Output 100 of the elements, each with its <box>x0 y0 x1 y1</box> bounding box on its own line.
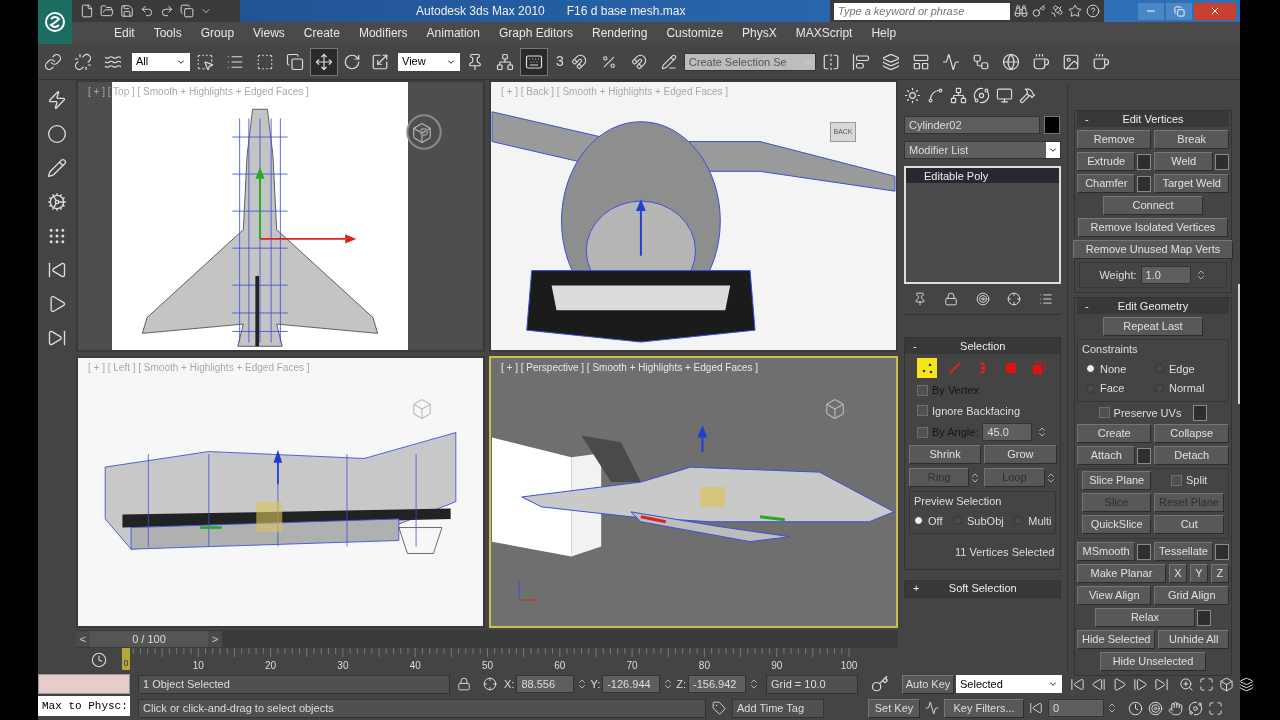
add-time-tag-button[interactable]: Add Time Tag <box>732 698 824 718</box>
menu-item[interactable]: PhysX <box>742 24 777 42</box>
time-marker[interactable]: 0 <box>122 648 130 670</box>
create-tab-icon[interactable] <box>904 86 921 104</box>
command-button[interactable]: Slice Plane <box>1082 471 1152 490</box>
menu-item[interactable]: Rendering <box>592 24 648 42</box>
pan-icon[interactable] <box>1168 700 1183 716</box>
command-button[interactable]: Remove <box>1077 130 1152 149</box>
motion-tab-icon[interactable] <box>973 86 990 104</box>
absolute-mode-icon[interactable] <box>483 677 497 691</box>
field-of-view-icon[interactable] <box>1148 700 1163 716</box>
menu-item[interactable]: Group <box>200 24 235 42</box>
close-icon[interactable] <box>1209 5 1221 17</box>
selection-filter-dropdown[interactable]: All <box>132 52 190 71</box>
settings-button[interactable] <box>1193 404 1208 421</box>
menu-item[interactable]: Views <box>253 24 285 42</box>
named-selection-field[interactable]: Create Selection Se <box>683 52 816 71</box>
select-object-icon[interactable] <box>196 52 214 71</box>
weight-field[interactable]: 1.0 <box>1140 266 1191 284</box>
zoom-icon[interactable] <box>1179 676 1194 692</box>
radio-button[interactable] <box>914 516 923 526</box>
orbit-icon[interactable] <box>1188 700 1203 716</box>
modify-tab-icon[interactable] <box>927 86 944 104</box>
script-input-field[interactable]: Max to Physc: <box>38 696 130 716</box>
open-folder-icon[interactable] <box>100 4 114 18</box>
spinner-snap-icon[interactable] <box>630 53 647 70</box>
command-button[interactable]: Grow <box>984 445 1057 464</box>
lock-icon[interactable] <box>457 677 471 691</box>
move-icon[interactable] <box>315 52 333 71</box>
material-editor-icon[interactable] <box>1001 52 1020 71</box>
satellite-icon[interactable] <box>1050 4 1064 18</box>
checkbox[interactable] <box>1171 475 1183 486</box>
transform-tool-button[interactable] <box>310 47 338 76</box>
command-button[interactable]: View Align <box>1077 586 1152 605</box>
rollout-toggle[interactable]: + <box>913 580 923 597</box>
current-frame-field[interactable]: 0 <box>1048 699 1104 717</box>
unlink-icon[interactable] <box>74 52 92 71</box>
settings-button[interactable] <box>1215 543 1229 560</box>
rollout-header[interactable]: + Soft Selection <box>905 580 1061 597</box>
previous-frame-button[interactable]: < <box>76 631 90 647</box>
viewcube-icon[interactable] <box>824 398 846 420</box>
menu-item[interactable]: Animation <box>426 24 480 42</box>
track-bar[interactable]: 0 10 20 30 40 50 60 70 80 90 100 <box>122 648 862 672</box>
maximize-viewport-icon[interactable] <box>1208 700 1223 716</box>
restore-button[interactable] <box>1166 2 1192 20</box>
modifier-stack-item[interactable]: Editable Poly <box>906 168 1060 183</box>
rendered-frame-icon[interactable] <box>1061 52 1080 71</box>
dots-grid-icon[interactable] <box>47 226 67 246</box>
rollout-toggle[interactable]: - <box>913 337 923 355</box>
skip-forward-icon[interactable] <box>47 328 67 348</box>
time-configuration-icon[interactable] <box>1128 700 1143 716</box>
window-crossing-icon[interactable] <box>286 52 304 71</box>
menu-item[interactable]: Graph Editors <box>498 24 573 42</box>
command-button[interactable]: Attach <box>1077 446 1136 465</box>
save-icon[interactable] <box>120 4 134 18</box>
play-icon[interactable] <box>1112 676 1127 692</box>
rollout-header[interactable]: - Edit Vertices <box>1077 111 1229 127</box>
command-button[interactable]: Create <box>1077 424 1152 443</box>
scale-icon[interactable] <box>371 52 389 71</box>
go-to-start-icon[interactable] <box>1070 676 1085 692</box>
menu-item[interactable]: Modifiers <box>358 24 408 42</box>
menu-item[interactable]: Create <box>303 24 340 42</box>
checkbox[interactable] <box>1098 407 1110 419</box>
key-mode-dropdown[interactable]: Selected <box>956 675 1062 693</box>
viewcube-icon[interactable] <box>411 122 433 144</box>
command-button[interactable]: Target Weld <box>1154 174 1229 193</box>
command-button[interactable]: Hide Selected <box>1077 630 1156 649</box>
viewport[interactable]: [ + ] [ Top ] [ Smooth + Highlights + Edged Faces ] <box>76 80 485 352</box>
rectangle-selection-icon[interactable] <box>256 52 274 71</box>
settings-button[interactable] <box>1137 175 1152 192</box>
tangent-icon[interactable] <box>925 701 939 715</box>
viewport[interactable]: [ + ] [ Perspective ] [ Smooth + Highlights + Edged Faces ] <box>489 356 898 628</box>
viewport-label[interactable]: [ + ] [ Perspective ] [ Smooth + Highlights + Edged Faces ] <box>501 360 759 375</box>
command-button[interactable]: Make Planar <box>1077 564 1166 583</box>
skip-back-icon[interactable] <box>47 260 67 280</box>
binoculars-icon[interactable] <box>1014 4 1028 18</box>
time-slider-thumb[interactable]: 0 / 100 <box>90 631 208 647</box>
schematic-view-icon[interactable] <box>971 52 990 71</box>
undo-icon[interactable] <box>140 4 154 18</box>
render-setup-icon[interactable] <box>1031 52 1050 71</box>
command-button[interactable]: Detach <box>1154 446 1229 465</box>
command-button[interactable]: Shrink <box>909 445 982 464</box>
snap-toggle[interactable]: 3 <box>556 51 564 72</box>
settings-button[interactable] <box>1215 153 1229 170</box>
gear-icon[interactable] <box>47 192 67 212</box>
axis-button[interactable]: Z <box>1211 564 1229 583</box>
auto-key-button[interactable]: Auto Key <box>902 674 954 694</box>
app-logo[interactable] <box>38 0 72 44</box>
minimize-button[interactable] <box>1138 2 1164 20</box>
help-icon[interactable] <box>1086 4 1100 18</box>
command-button[interactable]: MSmooth <box>1077 542 1136 561</box>
command-button[interactable]: Hide Unselected <box>1099 652 1207 671</box>
configure-modifier-sets-icon[interactable] <box>1038 292 1053 306</box>
object-color-swatch[interactable] <box>1044 116 1060 134</box>
command-button[interactable]: Remove Isolated Vertices <box>1077 218 1229 237</box>
utilities-tab-icon[interactable] <box>1019 86 1036 104</box>
coordinate-field[interactable]: -156.942 <box>688 675 746 693</box>
star-icon[interactable] <box>1068 4 1082 18</box>
command-button[interactable]: Extrude <box>1077 152 1136 171</box>
spinner-arrows[interactable] <box>748 678 760 690</box>
